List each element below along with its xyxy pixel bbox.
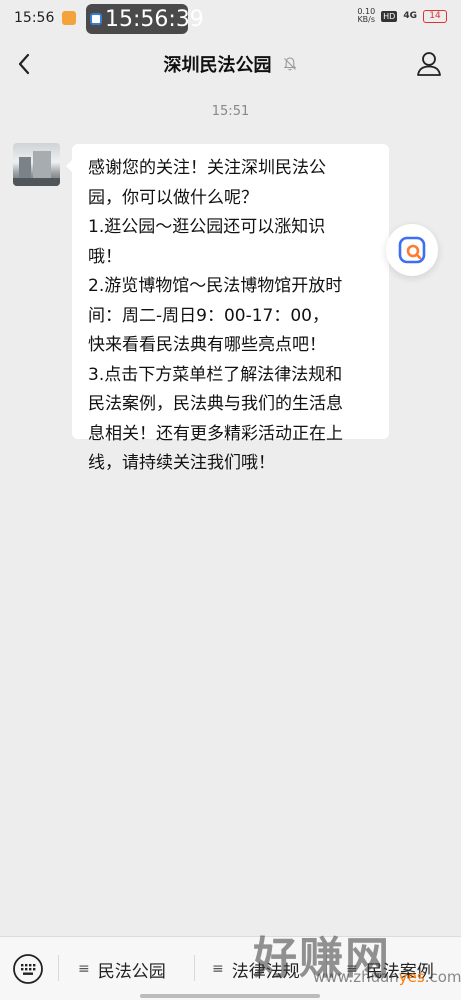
bottom-menu-bar: ≡ 民法公园 ≡ 法律法规 ≡ 民法案例: [0, 936, 461, 1000]
avatar-building: [33, 151, 51, 179]
menu-item-park[interactable]: ≡ 民法公园: [78, 955, 166, 983]
chat-header: 深圳民法公园: [0, 36, 461, 92]
message-line: 快来看看民法典有哪些亮点吧！: [88, 335, 326, 355]
signal-icon: 4G: [403, 11, 417, 21]
message-line: 哦！: [88, 246, 122, 267]
floating-search-button[interactable]: [386, 224, 438, 276]
message-line: 1.逛公园～逛公园还可以涨知识: [88, 217, 326, 237]
menu-divider: [58, 955, 59, 981]
menu-lines-icon: ≡: [212, 961, 224, 977]
person-icon: [417, 52, 441, 76]
message-line: 2.游览博物馆～民法博物馆开放时: [88, 276, 343, 296]
keyboard-button[interactable]: [12, 953, 44, 985]
message-line: 感谢您的关注！关注深圳民法公: [88, 158, 326, 178]
message-bubble[interactable]: 感谢您的关注！关注深圳民法公 园，你可以做什么呢？ 1.逛公园～逛公园还可以涨知…: [66, 144, 389, 473]
page-title: 深圳民法公园: [163, 55, 272, 76]
chevron-left-icon: [18, 53, 30, 75]
menu-lines-icon: ≡: [346, 961, 358, 977]
avatar[interactable]: [13, 143, 60, 186]
menu-divider: [194, 955, 195, 981]
message-line: 间：周二-周日9：00-17：00，: [88, 305, 329, 326]
menu-item-label: 民法案例: [365, 961, 434, 982]
message-line: 民法案例，民法典与我们的生活息: [88, 394, 343, 414]
menu-item-label: 法律法规: [231, 961, 300, 982]
network-speed: 0.10 KB/s: [357, 8, 375, 24]
menu-item-laws[interactable]: ≡ 法律法规: [212, 955, 300, 983]
menu-item-label: 民法公园: [97, 961, 166, 982]
menu-divider: [326, 955, 327, 981]
keyboard-icon: [13, 954, 43, 984]
floating-clock: 15:56:39: [86, 4, 204, 34]
profile-button[interactable]: [415, 50, 443, 78]
bell-off-icon: [283, 57, 296, 71]
search-icon: [398, 236, 426, 264]
battery-level: 14: [429, 11, 441, 21]
hd-badge: HD: [381, 10, 398, 22]
status-indicators: 0.10 KB/s HD 4G 14: [357, 8, 447, 24]
status-time: 15:56: [14, 10, 55, 26]
back-button[interactable]: [10, 50, 38, 78]
floating-clock-time: 15:56:39: [105, 6, 204, 32]
network-speed-unit: KB/s: [357, 15, 376, 24]
avatar-ground: [13, 178, 60, 186]
clock-app-icon: [90, 13, 102, 25]
avatar-building: [19, 157, 31, 179]
message-line: 园，你可以做什么呢？: [88, 187, 258, 208]
message-line: 线，请持续关注我们哦！: [88, 453, 275, 473]
message-timestamp: 15:51: [211, 104, 250, 119]
menu-item-cases[interactable]: ≡ 民法案例: [346, 955, 434, 983]
menu-lines-icon: ≡: [78, 961, 90, 977]
battery-icon: 14: [423, 9, 447, 23]
message-line: 息相关！还有更多精彩活动正在上: [88, 423, 343, 444]
message-line: 3.点击下方菜单栏了解法律法规和: [88, 364, 343, 385]
home-indicator[interactable]: [140, 994, 320, 998]
notification-app-icon: [62, 11, 77, 25]
